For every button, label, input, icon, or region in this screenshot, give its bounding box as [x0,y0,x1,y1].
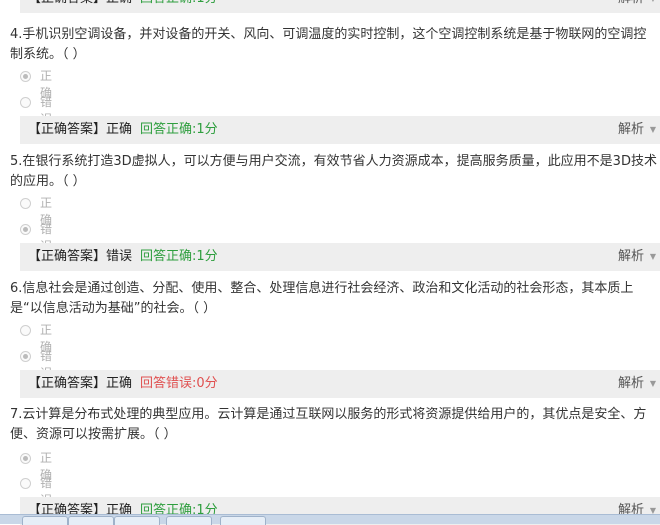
radio-button[interactable] [20,478,31,489]
taskbar-button[interactable] [68,516,114,525]
answer-value: 正确 [106,122,133,137]
radio-button[interactable] [20,71,31,82]
answer-bar: 【正确答案】 正确 回答错误:0分 解析 ▼ [20,370,660,398]
question-text: 5.在银行系统打造3D虚拟人，可以方便与用户交流，有效节省人力资源成本，提高服务… [10,154,657,189]
radio-button[interactable] [20,351,31,362]
answer-label: 【正确答案】 [28,0,106,13]
question-text: 4.手机识别空调设备，并对设备的开关、风向、可调温度的实时控制，这个空调控制系统… [10,27,647,62]
result-text: 回答正确:1分 [140,122,218,137]
taskbar-button[interactable] [220,516,266,525]
radio-button[interactable] [20,453,31,464]
radio-button[interactable] [20,325,31,336]
answer-label: 【正确答案】 [28,376,107,391]
result-text: 回答正确:1分 [140,249,218,264]
answer-bar: 【正确答案】 错误 回答正确:1分 解析 ▼ [20,243,660,271]
radio-button[interactable] [20,224,31,235]
taskbar-button[interactable] [22,516,68,525]
taskbar-button[interactable] [114,516,160,525]
question-text: 7.云计算是分布式处理的典型应用。云计算是通过互联网以服务的形式将资源提供给用户… [10,407,647,442]
analysis-link[interactable]: 解析 [618,116,644,144]
answer-label: 【正确答案】 [28,122,107,137]
analysis-link[interactable]: 解析 [618,370,644,398]
chevron-down-icon[interactable]: ▼ [650,116,656,144]
analysis-link[interactable]: 解析 [618,243,644,271]
answer-value: 正确 [106,376,133,391]
result-text: 回答错误:0分 [140,376,218,391]
chevron-down-icon[interactable]: ▼ [650,243,656,271]
taskbar-button[interactable] [166,516,212,525]
answer-bar: 【正确答案】 正确 回答正确:1分 解析 ▼ [20,116,660,144]
question-text: 6.信息社会是通过创造、分配、使用、整合、处理信息进行社会经济、政治和文化活动的… [10,281,634,316]
chevron-down-icon[interactable]: ▼ [650,0,656,13]
answer-value: 正确 [106,0,132,13]
answer-label: 【正确答案】 [28,249,107,264]
chevron-down-icon[interactable]: ▼ [650,370,656,398]
result-text: 回答正确:1分 [140,0,218,13]
answer-value: 错误 [106,249,133,264]
analysis-link[interactable]: 解析 [618,0,644,13]
radio-button[interactable] [20,97,31,108]
answer-bar: 【正确答案】 正确 回答正确:1分 解析 ▼ [20,0,660,13]
radio-button[interactable] [20,198,31,209]
